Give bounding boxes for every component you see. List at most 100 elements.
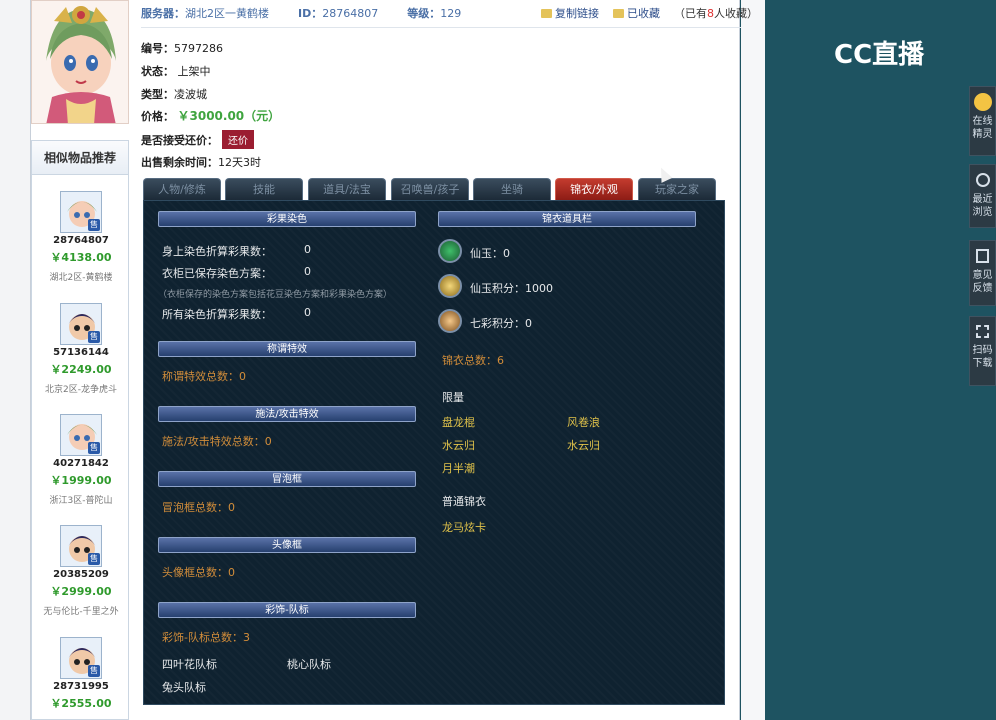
similar-item-price: ￥2999.00 xyxy=(50,585,112,598)
favorite-button[interactable]: 已收藏 xyxy=(613,7,660,20)
dye-section-title: 彩果染色 xyxy=(158,211,416,227)
avatar-frame-count: 头像框总数：0 xyxy=(162,566,235,579)
similar-item-server: 北京2区-龙争虎斗 xyxy=(45,385,117,395)
clock-icon xyxy=(975,173,990,187)
wardrobe-label: 衣柜已保存染色方案： xyxy=(162,267,272,280)
similar-item-thumbnail[interactable]: 售 xyxy=(60,525,102,567)
similar-items-panel: 相似物品推荐 售 28764807 ￥4138.00 湖北2区-黄鹤楼 售 57… xyxy=(31,140,129,720)
feedback-label: 意见反馈 xyxy=(972,270,993,294)
similar-item-id[interactable]: 20385209 xyxy=(32,569,130,580)
similar-item-thumbnail[interactable]: 售 xyxy=(60,637,102,679)
tab-skills[interactable]: 技能 xyxy=(225,178,303,200)
feedback-button[interactable]: 意见反馈 xyxy=(969,240,996,306)
limited-outfit-item[interactable]: 水云归 xyxy=(442,437,475,453)
team-badge-section: 彩饰-队标 xyxy=(158,602,416,618)
sale-badge: 售 xyxy=(88,219,100,231)
similar-item[interactable]: 售 28764807 ￥4138.00 湖北2区-黄鹤楼 xyxy=(32,191,130,283)
xianyu-points-row: 仙玉积分：1000 xyxy=(470,280,553,296)
similar-item-server: 无与伦比-千里之外 xyxy=(43,607,119,617)
xianyu-points-value: 1000 xyxy=(525,282,553,295)
sale-badge: 售 xyxy=(88,442,100,454)
qicai-points-label: 七彩积分： xyxy=(470,317,525,330)
type-row: 类型：凌波城 xyxy=(141,88,207,101)
normal-outfit-item[interactable]: 龙马炫卡 xyxy=(442,519,486,535)
qicai-points-icon xyxy=(438,309,462,333)
dye-body-label: 身上染色折算彩果数： xyxy=(162,245,272,258)
title-effect-section: 称谓特效 xyxy=(158,341,416,357)
counter-offer-button[interactable]: 还价 xyxy=(222,130,254,149)
price-value: ￥3000.00（元） xyxy=(177,109,281,123)
favorite-label: 已收藏 xyxy=(627,7,660,20)
xianyu-points-label: 仙玉积分： xyxy=(470,282,525,295)
number-row: 编号：5797286 xyxy=(141,42,223,55)
character-portrait xyxy=(31,0,129,124)
all-dye-value: 0 xyxy=(304,306,311,319)
similar-item-id[interactable]: 28764807 xyxy=(32,235,130,246)
tab-character[interactable]: 人物/修炼 xyxy=(143,178,221,200)
similar-item-price: ￥2555.00 xyxy=(50,697,112,710)
limited-outfit-item[interactable]: 风卷浪 xyxy=(567,414,600,430)
remaining-time-value: 12天3时 xyxy=(218,156,261,169)
server-label: 服务器： xyxy=(141,7,185,20)
similar-items-title: 相似物品推荐 xyxy=(32,141,128,175)
similar-item-id[interactable]: 28731995 xyxy=(32,681,130,692)
similar-item-id[interactable]: 57136144 xyxy=(32,347,130,358)
item-header-bar: 服务器：湖北2区一黄鹤楼 ID：28764807 等级：129 复制链接 已收藏 （… xyxy=(141,0,758,28)
tab-mounts[interactable]: 坐骑 xyxy=(473,178,551,200)
xianyu-value: 0 xyxy=(503,247,510,260)
similar-item[interactable]: 售 40271842 ￥1999.00 浙江3区-普陀山 xyxy=(32,414,130,506)
similar-item-thumbnail[interactable]: 售 xyxy=(60,191,102,233)
character-portrait-art xyxy=(32,1,128,123)
wardrobe-note: （衣柜保存的染色方案包括花豆染色方案和彩果染色方案） xyxy=(158,290,393,300)
sale-badge: 售 xyxy=(88,665,100,677)
similar-item[interactable]: 售 28731995 ￥2555.00 xyxy=(32,637,130,711)
recent-browse-button[interactable]: 最近浏览 xyxy=(969,164,996,228)
item-detail-page: 相似物品推荐 售 28764807 ￥4138.00 湖北2区-黄鹤楼 售 57… xyxy=(30,0,758,720)
scan-icon xyxy=(976,325,989,338)
remaining-time-row: 出售剩余时间：12天3时 xyxy=(141,156,261,169)
sale-badge: 售 xyxy=(88,331,100,343)
similar-item[interactable]: 售 20385209 ￥2999.00 无与伦比-千里之外 xyxy=(32,525,130,617)
sale-badge: 售 xyxy=(88,553,100,565)
sprite-icon xyxy=(973,93,992,111)
similar-item-thumbnail[interactable]: 售 xyxy=(60,303,102,345)
spell-effect-count: 施法/攻击特效总数：0 xyxy=(162,435,272,448)
limited-outfit-item[interactable]: 水云归 xyxy=(567,437,600,453)
copy-link-label: 复制链接 xyxy=(555,7,599,20)
team-badge-item[interactable]: 兔头队标 xyxy=(162,679,206,695)
bubble-frame-section: 冒泡框 xyxy=(158,471,416,487)
outfit-count: 锦衣总数：6 xyxy=(442,354,504,367)
avatar-frame-section: 头像框 xyxy=(158,537,416,553)
id-label: ID： xyxy=(298,7,323,20)
outfit-panel: 彩果染色 身上染色折算彩果数： 0 衣柜已保存染色方案： 0 （衣柜保存的染色方… xyxy=(143,200,725,705)
tab-pets[interactable]: 召唤兽/孩子 xyxy=(391,178,469,200)
number-value: 5797286 xyxy=(174,42,223,55)
favorite-count-text: （已有8人收藏） xyxy=(674,7,758,20)
status-value: 上架中 xyxy=(177,65,211,78)
tab-outfits[interactable]: 锦衣/外观 xyxy=(555,178,633,200)
cc-live-logo: CC直播 xyxy=(834,40,925,70)
server-value: 湖北2区一黄鹤楼 xyxy=(185,7,269,20)
price-row: 价格： ￥3000.00（元） xyxy=(141,109,281,123)
edit-icon xyxy=(976,249,989,263)
limited-outfit-item[interactable]: 月半潮 xyxy=(442,460,475,476)
all-dye-label: 所有染色折算彩果数： xyxy=(162,308,272,321)
xianyu-row: 仙玉：0 xyxy=(470,245,510,261)
scan-download-label: 扫码下载 xyxy=(972,345,993,369)
team-badge-item[interactable]: 桃心队标 xyxy=(287,656,331,672)
online-sprite-button[interactable]: 在线精灵 xyxy=(969,86,996,156)
limited-outfit-item[interactable]: 盘龙棍 xyxy=(442,414,475,430)
similar-item[interactable]: 售 57136144 ￥2249.00 北京2区-龙争虎斗 xyxy=(32,303,130,395)
tab-home[interactable]: 玩家之家 xyxy=(638,178,716,200)
similar-item-thumbnail[interactable]: 售 xyxy=(60,414,102,456)
tab-items[interactable]: 道具/法宝 xyxy=(308,178,386,200)
recent-browse-label: 最近浏览 xyxy=(972,194,993,218)
title-effect-count: 称谓特效总数：0 xyxy=(162,370,246,383)
bubble-frame-count: 冒泡框总数：0 xyxy=(162,501,235,514)
team-badge-item[interactable]: 四叶花队标 xyxy=(162,656,217,672)
copy-link-button[interactable]: 复制链接 xyxy=(541,7,599,20)
similar-item-id[interactable]: 40271842 xyxy=(32,458,130,469)
page-right-margin xyxy=(741,0,765,720)
scan-download-button[interactable]: 扫码下载 xyxy=(969,316,996,386)
similar-item-price: ￥1999.00 xyxy=(50,474,112,487)
